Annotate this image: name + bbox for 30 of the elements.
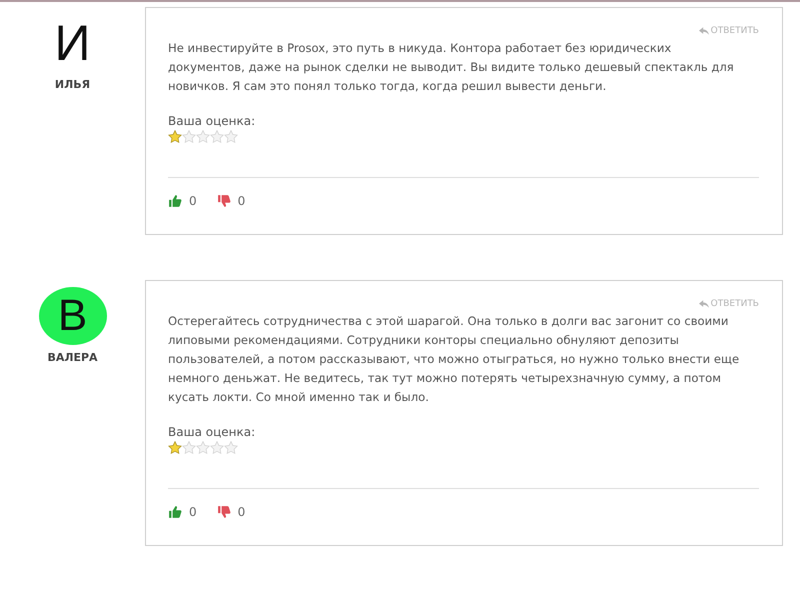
author-name: ВАЛЕРА (47, 351, 98, 364)
star-icon (196, 130, 210, 143)
star-icon (182, 441, 196, 454)
avatar: В (38, 287, 106, 345)
star-icon (196, 441, 210, 454)
reply-icon (698, 300, 709, 308)
star-icon (224, 441, 238, 454)
reply-link[interactable]: ОТВЕТИТЬ (698, 299, 759, 309)
like-count: 0 (189, 194, 197, 208)
rating-label: Ваша оценка: (168, 425, 256, 439)
thumbs-up-icon[interactable] (168, 194, 183, 208)
thumbs-down-icon[interactable] (216, 194, 232, 208)
star-icon (224, 130, 238, 143)
thumbs-down-icon[interactable] (216, 505, 232, 519)
reply-link[interactable]: ОТВЕТИТЬ (698, 26, 759, 36)
comment-text: Остерегайтесь сотрудничества с этой шарагой. Она только в долги вас загонит со своими липовыми рекомендациями. Сотрудники конторы специально обнуляют депозиты пользователей, а потом рассказывают, что можно отыграться, но нужно только внести еще немного деньжат. Не ведитесь, так тут можно потерять четырехзначную сумму, а потом кусать локти. Со мной именно так и было. (168, 313, 740, 406)
star-icon (168, 130, 182, 143)
star-icon (210, 441, 224, 454)
star-icon (182, 130, 196, 143)
star-icon (168, 441, 182, 454)
author-name: ИЛЬЯ (54, 78, 90, 91)
star-icon (210, 130, 224, 143)
like-count: 0 (189, 505, 197, 519)
dislike-count: 0 (238, 505, 246, 519)
comment-text: Не инвестируйте в Prosox, это путь в никуда. Контора работает без юридических документов, даже на рынок сделки не выводит. Вы видите только дешевый спектакль для новичков. Я сам это понял только тогда, когда решил вывести деньги. (168, 40, 735, 95)
thumbs-up-icon[interactable] (168, 505, 183, 519)
rating-label: Ваша оценка: (168, 114, 256, 128)
avatar: И (54, 14, 92, 72)
dislike-count: 0 (238, 194, 246, 208)
reply-icon (698, 27, 709, 35)
